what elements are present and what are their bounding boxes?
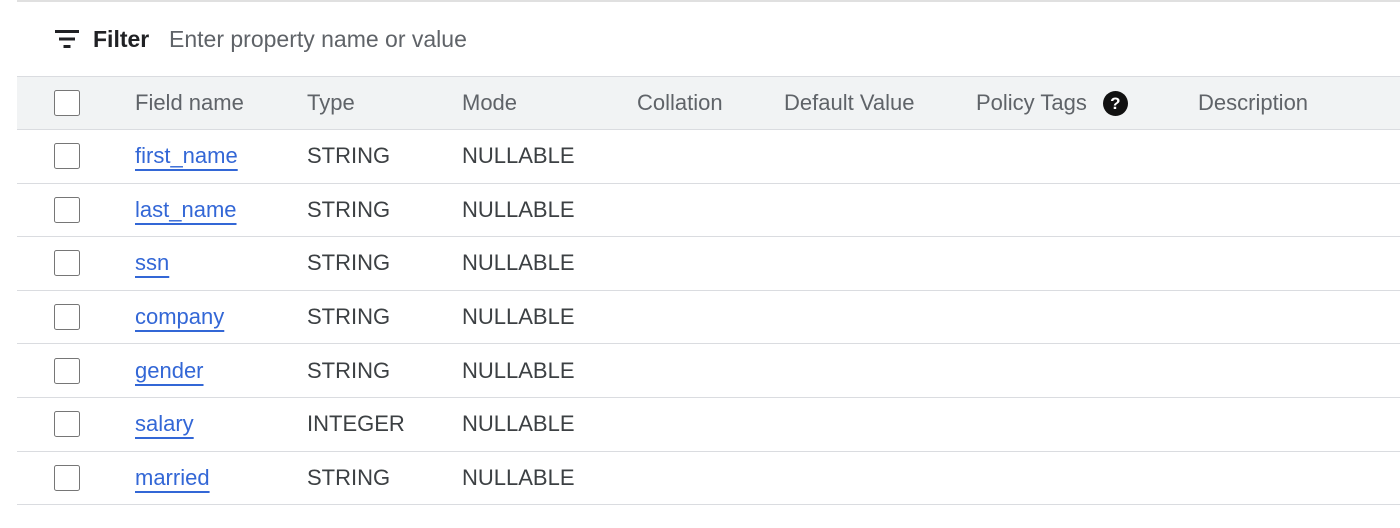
field-name-cell: gender <box>135 344 204 397</box>
row-checkbox[interactable] <box>54 464 80 491</box>
table-row: salary INTEGER NULLABLE <box>17 398 1400 452</box>
row-checkbox[interactable] <box>54 411 80 438</box>
filter-label: Filter <box>93 26 150 52</box>
field-name-link[interactable]: company <box>135 304 224 330</box>
field-name-link[interactable]: married <box>135 465 210 491</box>
schema-table: Field name Type Mode Collation Default V… <box>17 76 1400 506</box>
type-cell: STRING <box>307 304 391 330</box>
column-header-policy-tags: Policy Tags ? <box>976 77 1128 129</box>
filter-input[interactable] <box>169 22 669 56</box>
row-checkbox-cell <box>54 291 80 344</box>
row-checkbox-cell <box>54 452 80 505</box>
table-row: company STRING NULLABLE <box>17 291 1400 345</box>
mode-cell: NULLABLE <box>462 357 575 383</box>
field-name-cell: married <box>135 452 210 505</box>
column-header-default-value[interactable]: Default Value <box>784 77 914 129</box>
field-name-cell: company <box>135 291 224 344</box>
row-checkbox-cell <box>54 130 80 183</box>
field-name-link[interactable]: last_name <box>135 197 237 223</box>
column-header-policy-tags-label[interactable]: Policy Tags <box>976 90 1087 116</box>
row-checkbox[interactable] <box>54 357 80 384</box>
table-row: last_name STRING NULLABLE <box>17 184 1400 238</box>
type-cell: STRING <box>307 196 391 222</box>
table-row: married STRING NULLABLE <box>17 452 1400 506</box>
column-header-collation[interactable]: Collation <box>637 77 723 129</box>
column-header-type[interactable]: Type <box>307 77 355 129</box>
field-name-cell: salary <box>135 398 194 451</box>
table-row: gender STRING NULLABLE <box>17 344 1400 398</box>
row-checkbox[interactable] <box>54 196 80 223</box>
row-checkbox-cell <box>54 398 80 451</box>
row-checkbox-cell <box>54 237 80 290</box>
column-header-description[interactable]: Description <box>1198 77 1308 129</box>
table-body: first_name STRING NULLABLE last_name STRING N… <box>17 130 1400 506</box>
mode-cell: NULLABLE <box>462 464 575 490</box>
field-name-link[interactable]: ssn <box>135 250 169 276</box>
column-header-field-name[interactable]: Field name <box>135 77 244 129</box>
field-name-cell: ssn <box>135 237 169 290</box>
field-name-link[interactable]: first_name <box>135 143 238 169</box>
row-checkbox[interactable] <box>54 304 80 331</box>
type-cell: STRING <box>307 143 391 169</box>
select-all-checkbox[interactable] <box>54 90 80 116</box>
mode-cell: NULLABLE <box>462 143 575 169</box>
field-name-cell: first_name <box>135 130 238 183</box>
filter-bar: Filter <box>17 2 1400 76</box>
mode-cell: NULLABLE <box>462 250 575 276</box>
table-header-row: Field name Type Mode Collation Default V… <box>17 76 1400 130</box>
row-checkbox[interactable] <box>54 250 80 277</box>
table-row: ssn STRING NULLABLE <box>17 237 1400 291</box>
field-name-cell: last_name <box>135 184 237 237</box>
field-name-link[interactable]: salary <box>135 411 194 437</box>
filter-list-icon[interactable] <box>55 30 79 48</box>
type-cell: STRING <box>307 250 391 276</box>
mode-cell: NULLABLE <box>462 411 575 437</box>
table-row: first_name STRING NULLABLE <box>17 130 1400 184</box>
type-cell: STRING <box>307 464 391 490</box>
help-icon[interactable]: ? <box>1102 90 1128 116</box>
column-header-mode[interactable]: Mode <box>462 77 517 129</box>
row-checkbox[interactable] <box>54 143 80 170</box>
mode-cell: NULLABLE <box>462 304 575 330</box>
type-cell: STRING <box>307 357 391 383</box>
row-checkbox-cell <box>54 184 80 237</box>
type-cell: INTEGER <box>307 411 405 437</box>
row-checkbox-cell <box>54 344 80 397</box>
mode-cell: NULLABLE <box>462 196 575 222</box>
field-name-link[interactable]: gender <box>135 358 204 384</box>
